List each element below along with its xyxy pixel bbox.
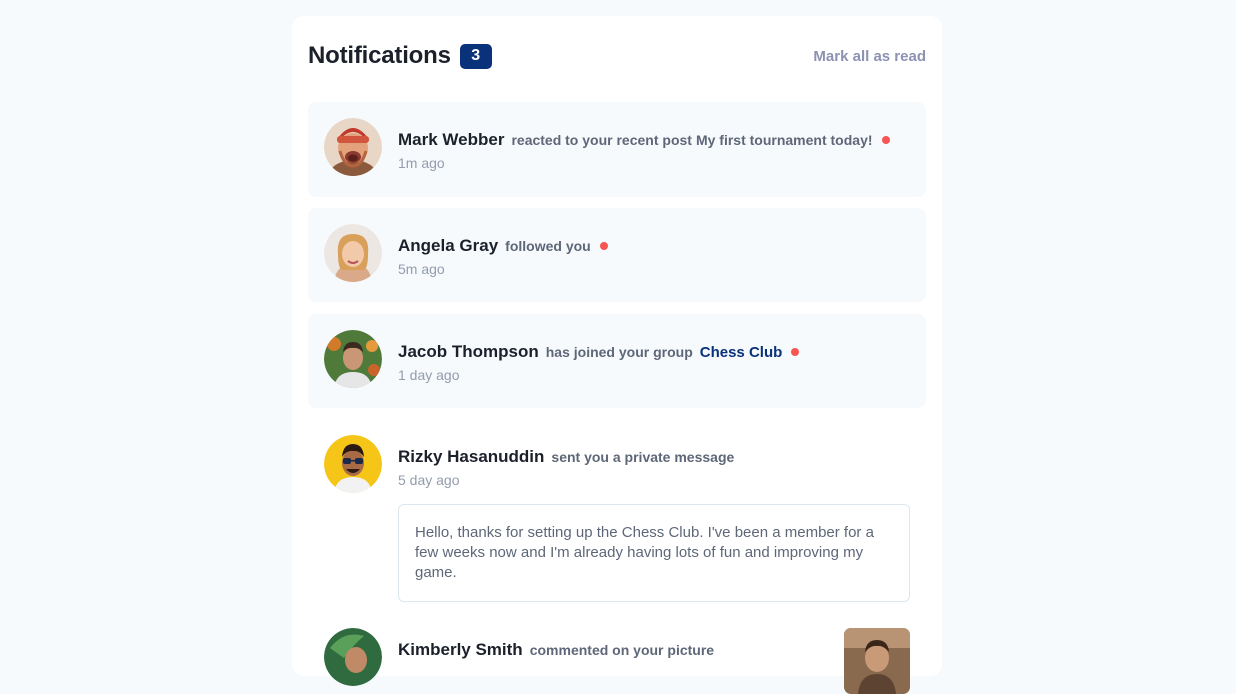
timestamp: 1m ago [398, 155, 445, 171]
notification-line: Mark Webber reacted to your recent post … [398, 130, 910, 150]
unread-count-badge: 3 [459, 43, 492, 69]
notification-item[interactable]: Mark Webber reacted to your recent post … [308, 102, 926, 197]
notification-item[interactable]: Kimberly Smith commented on your picture [308, 612, 926, 694]
commented-picture-thumbnail[interactable] [844, 628, 910, 694]
unread-dot [791, 348, 800, 356]
notification-body: Mark Webber reacted to your recent post … [398, 118, 910, 171]
user-name[interactable]: Jacob Thompson [398, 342, 539, 362]
notification-line: Rizky Hasanuddin sent you a private mess… [398, 447, 910, 467]
notification-line: Jacob Thompson has joined your group Che… [398, 342, 910, 362]
group-link[interactable]: Chess Club [700, 344, 783, 361]
avatar[interactable] [324, 330, 382, 388]
timestamp: 1 day ago [398, 367, 460, 383]
notification-body: Kimberly Smith commented on your picture [398, 628, 910, 660]
avatar[interactable] [324, 118, 382, 176]
avatar[interactable] [324, 628, 382, 686]
user-name[interactable]: Kimberly Smith [398, 640, 523, 660]
user-name[interactable]: Angela Gray [398, 236, 498, 256]
user-name[interactable]: Mark Webber [398, 130, 504, 150]
header: Notifications 3 Mark all as read [308, 40, 926, 72]
mark-all-read-button[interactable]: Mark all as read [813, 48, 926, 65]
notification-line: Angela Gray followed you [398, 236, 910, 256]
notification-body: Jacob Thompson has joined your group Che… [398, 330, 910, 383]
notification-line: Kimberly Smith commented on your picture [398, 640, 910, 660]
notification-action: reacted to your recent post [511, 132, 692, 148]
notification-item[interactable]: Jacob Thompson has joined your group Che… [308, 314, 926, 408]
notification-action: followed you [505, 238, 591, 254]
unread-dot [599, 242, 608, 250]
notifications-panel: Notifications 3 Mark all as read Mark We… [292, 16, 942, 694]
page-title: Notifications [308, 42, 451, 69]
user-name[interactable]: Rizky Hasanuddin [398, 447, 544, 467]
timestamp: 5m ago [398, 261, 445, 277]
notification-action: commented on your picture [529, 642, 715, 658]
private-message[interactable]: Hello, thanks for setting up the Chess C… [398, 504, 910, 602]
notification-body: Rizky Hasanuddin sent you a private mess… [398, 435, 910, 602]
notification-body: Angela Gray followed you 5m ago [398, 224, 910, 277]
unread-dot [881, 136, 890, 144]
notification-item[interactable]: Rizky Hasanuddin sent you a private mess… [308, 419, 926, 618]
notification-action: sent you a private message [551, 449, 735, 465]
notification-action: has joined your group [545, 344, 693, 360]
avatar[interactable] [324, 224, 382, 282]
avatar[interactable] [324, 435, 382, 493]
post-link[interactable]: My first tournament today! [696, 132, 873, 148]
timestamp: 5 day ago [398, 472, 460, 488]
title-group: Notifications 3 [308, 42, 492, 70]
notification-item[interactable]: Angela Gray followed you 5m ago [308, 208, 926, 302]
